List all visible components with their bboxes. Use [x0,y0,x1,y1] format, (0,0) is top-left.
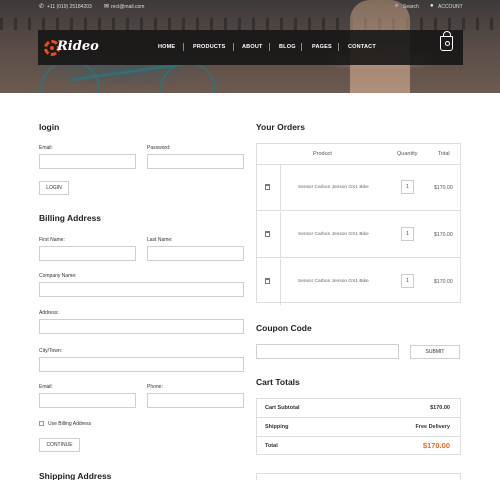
nav-separator [233,43,234,51]
nav-home[interactable]: HOME [158,44,175,50]
subtotal-row: Cart Subtotal $170.00 [257,399,460,418]
last-name-input[interactable] [147,246,244,261]
balcony-railing [0,18,500,30]
city-input[interactable] [39,357,244,372]
login-password-label: Password: [147,145,171,151]
first-name-input[interactable] [39,246,136,261]
address-input[interactable] [39,319,244,334]
user-icon[interactable]: ● [430,3,434,9]
nav-separator [338,43,339,51]
company-label: Company Name: [39,273,77,279]
shopping-bag-icon[interactable] [440,31,453,51]
total-value: $170.00 [422,441,450,450]
coupon-input[interactable] [256,344,399,359]
orders-title: Your Orders [256,122,305,132]
login-button[interactable]: LOGIN [39,181,69,195]
cell-divider [280,165,281,211]
quantity-input[interactable]: 1 [401,274,414,288]
use-billing-label: Use Billing Address [48,421,92,427]
billing-email-input[interactable] [39,393,136,408]
city-label: City/Town: [39,348,63,354]
nav-separator [269,43,270,51]
login-title: login [39,122,60,132]
product-name[interactable]: Sensor Carbon Jenson GX1 Bike [298,185,369,190]
nav-pages[interactable]: PAGES [312,44,332,50]
login-email-input[interactable] [39,154,136,169]
login-email-label: Email: [39,145,53,151]
table-row: Sensor Carbon Jenson GX1 Bike 1 $170.00 [257,165,460,211]
cell-divider [280,259,281,305]
shipping-box [256,473,461,480]
shipping-title: Shipping Address [39,471,112,480]
quantity-input[interactable]: 1 [401,227,414,241]
table-row: Sensor Carbon Jenson GX1 Bike 1 $170.00 [257,259,460,305]
nav-separator [301,43,302,51]
subtotal-value: $170.00 [430,405,450,411]
phone-label: Phone: [147,384,163,390]
search-link[interactable]: Search [403,4,419,10]
total-row: Total $170.00 [257,437,460,456]
phone-number: +11 (019) 25184203 [47,4,92,10]
phone-icon: ✆ [39,4,45,10]
main-navbar: Rideo HOME PRODUCTS ABOUT BLOG PAGES CON… [38,30,463,65]
shipping-row: Shipping Free Delivery [257,418,460,437]
cart-totals-table: Cart Subtotal $170.00 Shipping Free Deli… [256,398,461,455]
subtotal-label: Cart Subtotal [265,405,300,411]
account-link[interactable]: ACCOUNT [438,4,463,10]
cart-totals-title: Cart Totals [256,377,300,387]
billing-title: Billing Address [39,213,102,223]
use-billing-checkbox[interactable] [39,421,44,426]
table-row: Sensor Carbon Jenson GX1 Bike 1 $170.00 [257,212,460,258]
company-input[interactable] [39,282,244,297]
nav-products[interactable]: PRODUCTS [193,44,225,50]
phone-input[interactable] [147,393,244,408]
product-name[interactable]: Sensor Carbon Jenson GX1 Bike [298,279,369,284]
shipping-value: Free Delivery [415,424,450,430]
email-address: rect@mail.com [111,4,145,10]
trash-icon[interactable] [265,184,270,190]
login-password-input[interactable] [147,154,244,169]
trash-icon[interactable] [265,278,270,284]
continue-button[interactable]: CONTINUE [39,438,80,452]
search-icon[interactable]: ⌕ [395,3,398,10]
nav-about[interactable]: ABOUT [242,44,263,50]
orders-header: Product Quantity Total [257,144,460,165]
row-total: $170.00 [434,279,453,285]
logo-text: Rideo [57,39,99,54]
nav-separator [183,43,184,51]
product-name[interactable]: Sensor Carbon Jenson GX1 Bike [298,232,369,237]
row-total: $170.00 [434,232,453,238]
orders-table: Product Quantity Total Sensor Carbon Jen… [256,143,461,305]
trash-icon[interactable] [265,231,270,237]
row-total: $170.00 [434,185,453,191]
col-product: Product [313,151,332,157]
mail-icon: ✉ [104,4,110,10]
hero-banner: ✆ +11 (019) 25184203 ✉ rect@mail.com ⌕ S… [0,0,500,93]
quantity-input[interactable]: 1 [401,180,414,194]
billing-email-label: Email: [39,384,53,390]
nav-contact[interactable]: CONTACT [348,44,376,50]
coupon-title: Coupon Code [256,323,312,333]
address-label: Address: [39,310,59,316]
total-label: Total [265,443,278,449]
col-total: Total [438,151,450,157]
cell-divider [280,212,281,258]
first-name-label: First Name: [39,237,65,243]
shipping-label: Shipping [265,424,289,430]
last-name-label: Last Name: [147,237,173,243]
submit-coupon-button[interactable]: SUBMIT [410,345,460,359]
col-quantity: Quantity [397,151,418,157]
top-bar: ✆ +11 (019) 25184203 ✉ rect@mail.com ⌕ S… [0,0,500,16]
nav-blog[interactable]: BLOG [279,44,296,50]
